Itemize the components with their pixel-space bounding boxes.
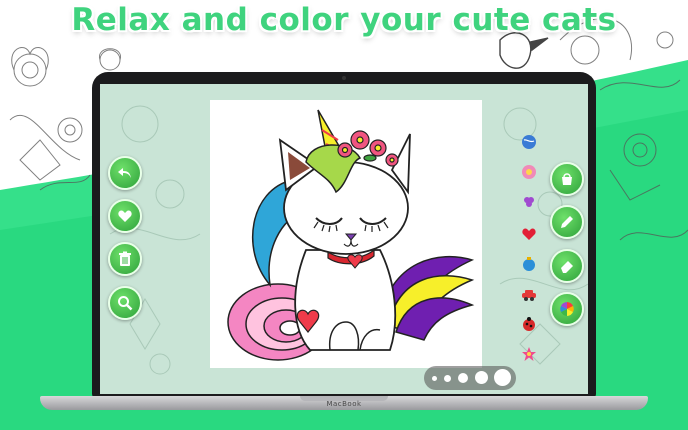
fill-bucket-button[interactable]: [550, 162, 584, 196]
car-sticker-icon[interactable]: [521, 286, 537, 302]
unicorn-cat-drawing: [227, 109, 475, 361]
pencil-button[interactable]: [550, 205, 584, 239]
cat-body: [294, 249, 397, 351]
color-wheel-icon: [560, 302, 574, 316]
search-icon: [118, 296, 133, 311]
favorite-button[interactable]: [108, 199, 142, 233]
brush-size-bar: [424, 366, 516, 390]
trash-icon: [119, 251, 131, 266]
flower-sticker-icon[interactable]: [521, 164, 537, 180]
app-screen: [100, 84, 588, 394]
eraser-button[interactable]: [550, 249, 584, 283]
color-wheel-button[interactable]: [550, 292, 584, 326]
paint-bucket-icon: [562, 173, 572, 185]
undo-arrow-icon: [118, 168, 131, 178]
brush-size-small[interactable]: [432, 376, 437, 381]
camera-dot: [342, 76, 346, 80]
star-sticker-icon[interactable]: [521, 346, 537, 362]
heart-icon: [118, 210, 132, 222]
zoom-button[interactable]: [108, 286, 142, 320]
pencil-icon: [561, 216, 573, 228]
grape-sticker-icon[interactable]: [521, 194, 537, 210]
coloring-canvas[interactable]: [210, 100, 482, 368]
headline: Relax and color your cute cats: [71, 2, 617, 38]
brush-size-large[interactable]: [475, 371, 488, 384]
ornament-sticker-icon[interactable]: [521, 256, 537, 272]
brush-size-x-large[interactable]: [494, 369, 511, 386]
laptop-brand-label: MacBook: [326, 400, 362, 408]
eraser-icon: [561, 261, 573, 273]
undo-button[interactable]: [108, 156, 142, 190]
heart-sticker-icon[interactable]: [521, 226, 537, 242]
delete-button[interactable]: [108, 242, 142, 276]
brush-size-medium-small[interactable]: [444, 375, 451, 382]
ladybug-sticker-icon[interactable]: [521, 316, 537, 332]
brush-size-medium[interactable]: [458, 373, 468, 383]
globe-sticker-icon[interactable]: [521, 134, 537, 150]
